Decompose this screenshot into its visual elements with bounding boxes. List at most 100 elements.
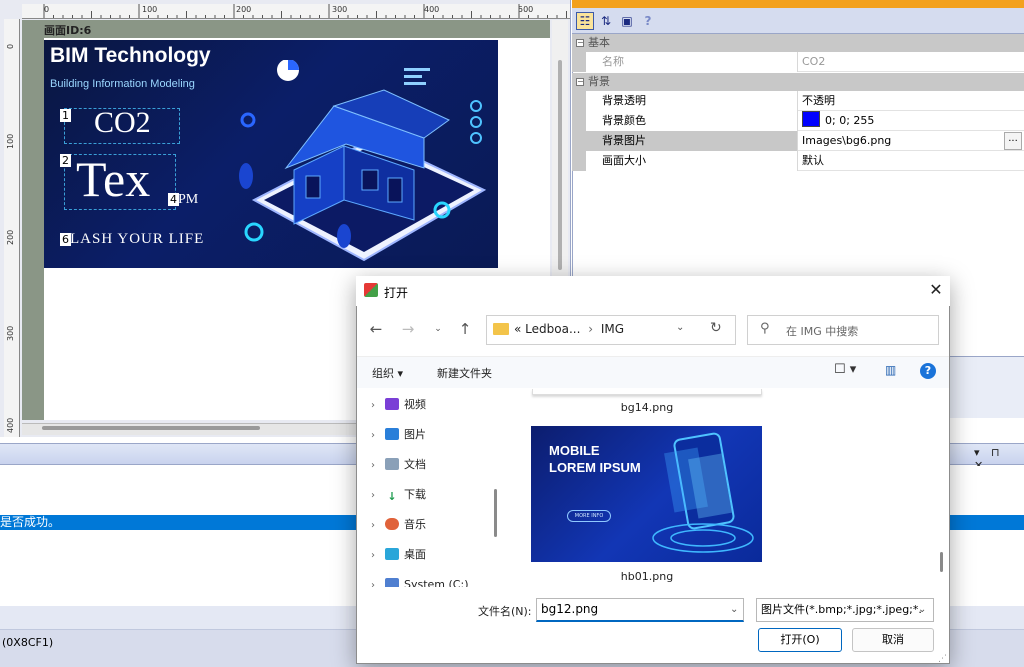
ruler-top-ticks bbox=[43, 4, 567, 18]
tree-item-desktop[interactable]: › 桌面 bbox=[371, 546, 426, 564]
pm-text[interactable]: PM bbox=[178, 192, 198, 208]
ruler-label: 0 bbox=[6, 43, 15, 49]
organize-menu-button[interactable]: 组织 ▾ bbox=[372, 365, 403, 381]
slogan-text[interactable]: LASH YOUR LIFE bbox=[70, 231, 204, 248]
thumbnail-title: MOBILE LOREM IPSUM bbox=[549, 442, 641, 476]
search-input[interactable]: 在 IMG 中搜索 bbox=[786, 323, 858, 339]
tree-item-pictures[interactable]: › 图片 bbox=[371, 426, 426, 444]
tree-item-label: 音乐 bbox=[404, 518, 426, 531]
background-image[interactable]: BIM Technology Building Information Mode… bbox=[44, 40, 498, 268]
pictures-icon bbox=[385, 428, 399, 440]
open-button[interactable]: 打开(O) bbox=[758, 628, 842, 652]
ruler-label: 100 bbox=[6, 133, 15, 149]
breadcrumb-overflow[interactable]: « bbox=[514, 322, 521, 336]
breadcrumb-segment[interactable]: Ledboa... bbox=[525, 322, 580, 336]
download-icon: ↓ bbox=[387, 490, 397, 503]
new-folder-button[interactable]: 新建文件夹 bbox=[437, 365, 492, 381]
property-value[interactable]: CO2 bbox=[800, 52, 1024, 72]
property-pages-icon[interactable]: ▣ bbox=[618, 12, 636, 30]
thumbnail-title-line: MOBILE bbox=[549, 443, 600, 458]
up-arrow-icon[interactable]: ↑ bbox=[455, 318, 475, 340]
designer-horizontal-scroll-thumb[interactable] bbox=[42, 426, 260, 430]
property-row-bg-color[interactable]: 背景颜色 0; 0; 255 bbox=[572, 111, 1024, 131]
search-icon: ⚲ bbox=[760, 321, 770, 336]
property-row-bg-image[interactable]: 背景图片 Images\bg6.png ... bbox=[572, 131, 1024, 151]
video-icon bbox=[385, 398, 399, 410]
phone-hologram-illustration bbox=[652, 432, 754, 553]
file-name[interactable]: hb01.png bbox=[531, 570, 763, 583]
chevron-right-icon[interactable]: › bbox=[371, 397, 385, 415]
file-type-select[interactable]: 图片文件(*.bmp;*.jpg;*.jpeg;*. bbox=[756, 598, 934, 622]
chevron-right-icon[interactable]: › bbox=[371, 547, 385, 565]
property-value-color[interactable]: 0; 0; 255 bbox=[800, 111, 1024, 131]
chevron-down-icon[interactable]: ⌄ bbox=[676, 322, 684, 333]
tex-text[interactable]: Tex bbox=[76, 150, 150, 208]
tree-item-system-drive[interactable]: › System (C:) bbox=[371, 576, 469, 587]
property-row-name[interactable]: 名称 CO2 bbox=[572, 52, 1024, 72]
browse-button[interactable]: ... bbox=[1004, 132, 1022, 150]
file-thumbnail[interactable]: MOBILE LOREM IPSUM MORE INFO bbox=[531, 426, 762, 562]
help-icon[interactable]: ? bbox=[639, 12, 657, 30]
thumbnail-title-line: LOREM IPSUM bbox=[549, 460, 641, 475]
element-tag: 2 bbox=[60, 154, 71, 167]
resize-grip-icon[interactable]: ⋰ bbox=[938, 654, 947, 664]
ruler-label: 200 bbox=[6, 229, 15, 245]
chevron-right-icon[interactable]: › bbox=[371, 577, 385, 587]
app-icon bbox=[364, 283, 378, 297]
back-arrow-icon[interactable]: ← bbox=[366, 318, 386, 340]
chevron-right-icon[interactable]: › bbox=[371, 457, 385, 475]
chevron-right-icon[interactable]: › bbox=[371, 517, 385, 535]
tree-item-label: 图片 bbox=[404, 428, 426, 441]
ruler-top: 0 100 200 300 400 500 bbox=[22, 4, 570, 19]
property-grid-caption bbox=[572, 0, 1024, 8]
category-basic[interactable]: − 基本 bbox=[572, 34, 1024, 52]
property-value[interactable]: 不透明 bbox=[800, 91, 1024, 111]
dialog-title-bar[interactable] bbox=[356, 276, 950, 306]
help-icon[interactable]: ? bbox=[920, 363, 936, 379]
property-label: 背景图片 bbox=[572, 131, 798, 151]
refresh-icon[interactable]: ↻ bbox=[710, 320, 722, 336]
sort-alphabetical-icon[interactable]: ⇅ bbox=[597, 12, 615, 30]
chevron-right-icon[interactable]: › bbox=[371, 427, 385, 445]
ruler-label: 300 bbox=[6, 325, 15, 341]
tree-item-downloads[interactable]: › ↓ 下载 bbox=[371, 486, 426, 504]
thumbnail-button: MORE INFO bbox=[567, 510, 611, 522]
property-value[interactable]: Images\bg6.png bbox=[800, 131, 1024, 151]
tree-item-music[interactable]: › 音乐 bbox=[371, 516, 426, 534]
designer-vertical-scroll-thumb[interactable] bbox=[558, 60, 562, 270]
file-name[interactable]: bg14.png bbox=[531, 401, 763, 414]
recent-locations-chevron-icon[interactable]: ⌄ bbox=[428, 318, 448, 340]
drive-icon bbox=[385, 578, 399, 587]
filename-input[interactable]: bg12.png bbox=[536, 598, 744, 622]
chevron-down-icon[interactable]: ⌄ bbox=[918, 604, 926, 615]
color-swatch[interactable] bbox=[802, 111, 820, 127]
dialog-title: 打开 bbox=[384, 286, 409, 300]
chevron-right-icon[interactable]: › bbox=[371, 487, 385, 505]
cancel-button[interactable]: 取消 bbox=[852, 628, 934, 652]
collapse-icon[interactable]: − bbox=[576, 78, 584, 86]
co2-text[interactable]: CO2 bbox=[94, 106, 151, 140]
categorized-view-icon[interactable]: ☷ bbox=[576, 12, 594, 30]
tree-scrollbar[interactable] bbox=[494, 489, 497, 537]
folder-icon bbox=[493, 323, 509, 335]
tree-item-documents[interactable]: › 文档 bbox=[371, 456, 426, 474]
breadcrumb-segment[interactable]: IMG bbox=[601, 322, 624, 336]
category-background[interactable]: − 背景 bbox=[572, 73, 1024, 91]
property-value[interactable]: 默认 bbox=[800, 151, 1024, 171]
close-icon[interactable]: ✕ bbox=[926, 280, 946, 300]
tree-item-videos[interactable]: › 视频 bbox=[371, 396, 426, 414]
forward-arrow-icon[interactable]: → bbox=[398, 318, 418, 340]
chevron-down-icon[interactable]: ⌄ bbox=[730, 604, 738, 615]
collapse-icon[interactable]: − bbox=[576, 39, 584, 47]
property-row-bg-transparent[interactable]: 背景透明 不透明 bbox=[572, 91, 1024, 111]
screen-id-label: 画面ID:6 bbox=[44, 24, 92, 37]
file-thumbnail[interactable] bbox=[532, 389, 762, 395]
property-row-screen-size[interactable]: 画面大小 默认 bbox=[572, 151, 1024, 171]
view-options-icon[interactable]: ☐ ▾ bbox=[834, 362, 856, 377]
house-illustration bbox=[239, 60, 487, 262]
property-label: 画面大小 bbox=[572, 151, 798, 171]
file-list-scrollbar[interactable] bbox=[940, 552, 943, 572]
address-path[interactable]: « Ledboa... › IMG bbox=[514, 322, 624, 336]
preview-pane-icon[interactable]: ▥ bbox=[885, 363, 896, 377]
property-label: 名称 bbox=[572, 52, 798, 72]
